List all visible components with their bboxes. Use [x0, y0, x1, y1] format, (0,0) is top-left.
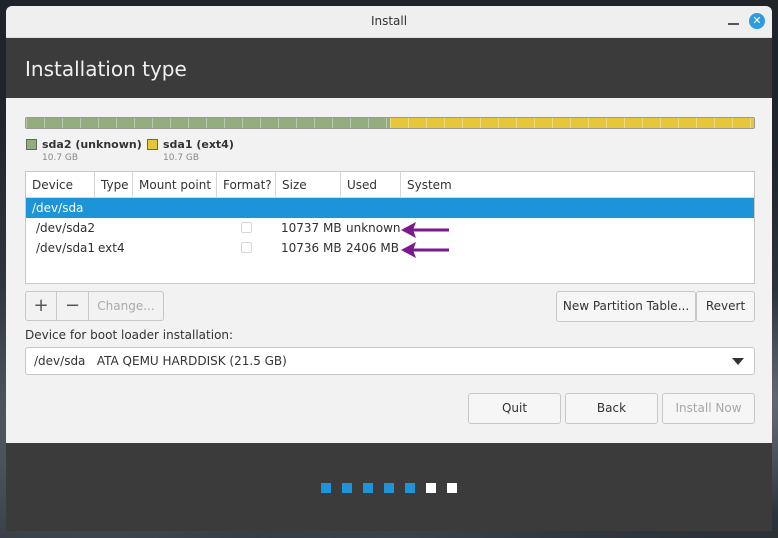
table-row[interactable]: /dev/sda2 10737 MB unknown	[26, 218, 754, 238]
table-row[interactable]: /dev/sda1 ext4 10736 MB 2406 MB	[26, 238, 754, 258]
back-button[interactable]: Back	[565, 393, 658, 424]
column-header-device[interactable]: Device	[26, 172, 95, 198]
installer-footer	[6, 443, 772, 531]
remove-partition-button[interactable]: −	[57, 292, 89, 320]
annotation-arrow	[401, 242, 449, 258]
cell-used: 2406 MB	[346, 241, 399, 255]
legend-name: sda2 (unknown)	[42, 138, 142, 151]
cell-type: ext4	[98, 241, 125, 255]
main-content: sda2 (unknown) 10.7 GB sda1 (ext4) 10.7 …	[6, 98, 772, 443]
cell-size: 10737 MB	[281, 221, 342, 235]
revert-button[interactable]: Revert	[696, 291, 755, 322]
progress-step-dot	[342, 483, 352, 493]
progress-step-dot	[426, 483, 436, 493]
progress-step-dot	[405, 483, 415, 493]
column-header-size[interactable]: Size	[276, 172, 341, 198]
legend-swatch	[147, 139, 158, 150]
title-bar[interactable]: Install ✕	[6, 6, 772, 38]
bootloader-device-select[interactable]: /dev/sda ATA QEMU HARDDISK (21.5 GB)	[25, 347, 755, 375]
partition-table[interactable]: Device Type Mount point Format? Size Use…	[25, 171, 755, 284]
progress-step-dot	[321, 483, 331, 493]
legend-size: 10.7 GB	[42, 153, 79, 163]
quit-button[interactable]: Quit	[468, 393, 561, 424]
install-now-button[interactable]: Install Now	[662, 393, 755, 424]
minimize-icon[interactable]	[727, 14, 741, 28]
column-header-format[interactable]: Format?	[217, 172, 276, 198]
page-title: Installation type	[25, 57, 187, 81]
table-row[interactable]: /dev/sda	[26, 198, 754, 218]
legend-swatch	[26, 139, 37, 150]
legend-size: 10.7 GB	[163, 153, 200, 163]
cell-device: /dev/sda1	[36, 241, 96, 255]
progress-step-dot	[384, 483, 394, 493]
page-header: Installation type	[6, 38, 772, 98]
column-header-used[interactable]: Used	[341, 172, 401, 198]
column-header-type[interactable]: Type	[95, 172, 133, 198]
step-progress-indicator	[321, 483, 457, 493]
disk-segment-sda1	[390, 118, 754, 128]
progress-step-dot	[363, 483, 373, 493]
disk-segment-sda2	[26, 118, 390, 128]
bootloader-label: Device for boot loader installation:	[25, 328, 234, 342]
cell-device: /dev/sda	[32, 201, 84, 215]
window-title: Install	[370, 14, 408, 28]
new-partition-table-button[interactable]: New Partition Table...	[556, 291, 696, 322]
annotation-arrow	[401, 222, 449, 238]
change-partition-button[interactable]: Change...	[89, 292, 163, 320]
format-checkbox[interactable]	[241, 222, 252, 233]
cell-device: /dev/sda2	[36, 221, 96, 235]
table-header: Device Type Mount point Format? Size Use…	[26, 172, 754, 198]
format-checkbox[interactable]	[241, 242, 252, 253]
progress-step-dot	[447, 483, 457, 493]
cell-used: unknown	[346, 221, 401, 235]
column-header-system[interactable]: System	[401, 172, 754, 198]
column-header-mount-point[interactable]: Mount point	[133, 172, 217, 198]
close-icon[interactable]: ✕	[749, 13, 765, 29]
disk-usage-bar	[25, 117, 755, 129]
cell-size: 10736 MB	[281, 241, 342, 255]
legend-name: sda1 (ext4)	[163, 138, 234, 151]
add-partition-button[interactable]: +	[26, 292, 57, 320]
partition-toolbar: + − Change...	[25, 291, 164, 321]
chevron-down-icon[interactable]	[732, 358, 744, 365]
bootloader-selected-value: /dev/sda ATA QEMU HARDDISK (21.5 GB)	[34, 354, 287, 368]
